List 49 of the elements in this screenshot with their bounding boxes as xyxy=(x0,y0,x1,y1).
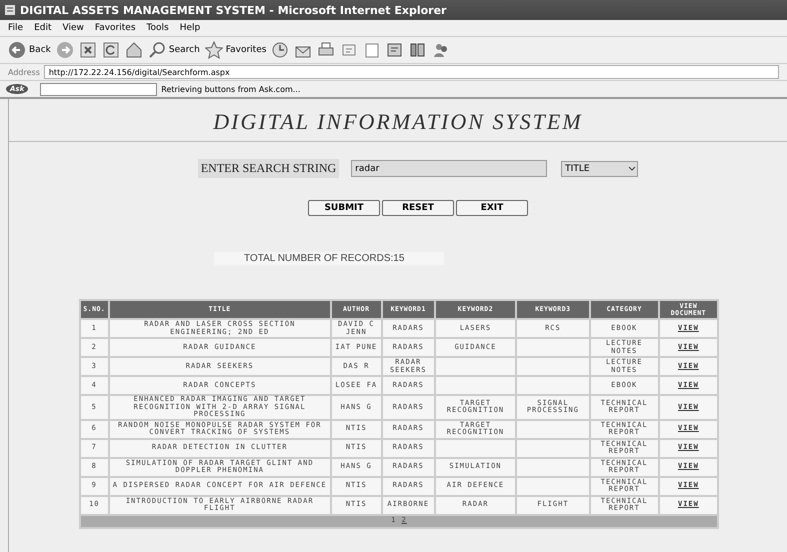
search-label: ENTER SEARCH STRING xyxy=(198,159,340,178)
home-button[interactable] xyxy=(124,41,143,59)
menu-item[interactable]: Help xyxy=(180,23,200,33)
menu-item[interactable]: Favorites xyxy=(94,23,136,33)
submit-button[interactable]: SUBMIT xyxy=(308,200,380,216)
record-count: TOTAL NUMBER OF RECORDS:15 xyxy=(214,252,444,265)
forward-icon xyxy=(56,41,74,59)
browser-icon xyxy=(4,4,16,16)
reset-button[interactable]: RESET xyxy=(382,200,454,216)
menu-item[interactable]: View xyxy=(62,23,84,33)
window-title: DIGITAL ASSETS MANAGEMENT SYSTEM - Microsoft Internet Explorer xyxy=(20,4,446,16)
table-cell xyxy=(517,478,589,494)
search-field[interactable]: radar xyxy=(351,160,548,177)
caret-icon xyxy=(627,164,638,174)
ask-search-field[interactable] xyxy=(40,82,158,96)
page-heading: DIGITAL INFORMATION SYSTEM xyxy=(9,99,787,142)
back-button[interactable]: Back xyxy=(8,41,51,59)
table-cell xyxy=(517,358,589,375)
search-icon xyxy=(148,41,166,59)
menu-item[interactable]: Edit xyxy=(34,23,52,33)
stop-button[interactable] xyxy=(78,41,97,59)
search-button[interactable]: Search xyxy=(148,41,200,59)
menu-item[interactable]: Tools xyxy=(146,23,169,33)
home-icon xyxy=(124,41,143,59)
table-cell xyxy=(517,377,589,394)
refresh-button[interactable] xyxy=(102,41,120,59)
refresh-icon xyxy=(102,41,120,59)
messenger-button[interactable] xyxy=(386,41,404,59)
menu-item[interactable]: File xyxy=(8,23,24,33)
status-text: Retrieving buttons from Ask.com... xyxy=(161,84,300,94)
messenger-icon xyxy=(386,41,404,59)
history-button[interactable] xyxy=(271,41,290,59)
note-button[interactable] xyxy=(363,41,382,59)
exit-button[interactable]: EXIT xyxy=(456,200,528,216)
research-icon xyxy=(409,41,428,59)
favorites-icon xyxy=(204,41,223,59)
research-button[interactable] xyxy=(409,41,428,59)
table-cell xyxy=(517,458,589,476)
history-icon xyxy=(271,41,290,59)
favorites-button[interactable]: Favorites xyxy=(204,41,266,59)
back-icon xyxy=(8,41,26,59)
table-cell xyxy=(517,440,589,456)
stop-icon xyxy=(78,41,97,59)
note-icon xyxy=(363,41,382,59)
table-cell xyxy=(517,339,589,356)
table-cell xyxy=(517,420,589,438)
address-field[interactable]: http://172.22.24.156/digital/Searchform.aspx xyxy=(44,65,779,79)
field-dropdown[interactable]: TITLE xyxy=(561,160,638,176)
address-label: Address xyxy=(8,68,40,76)
